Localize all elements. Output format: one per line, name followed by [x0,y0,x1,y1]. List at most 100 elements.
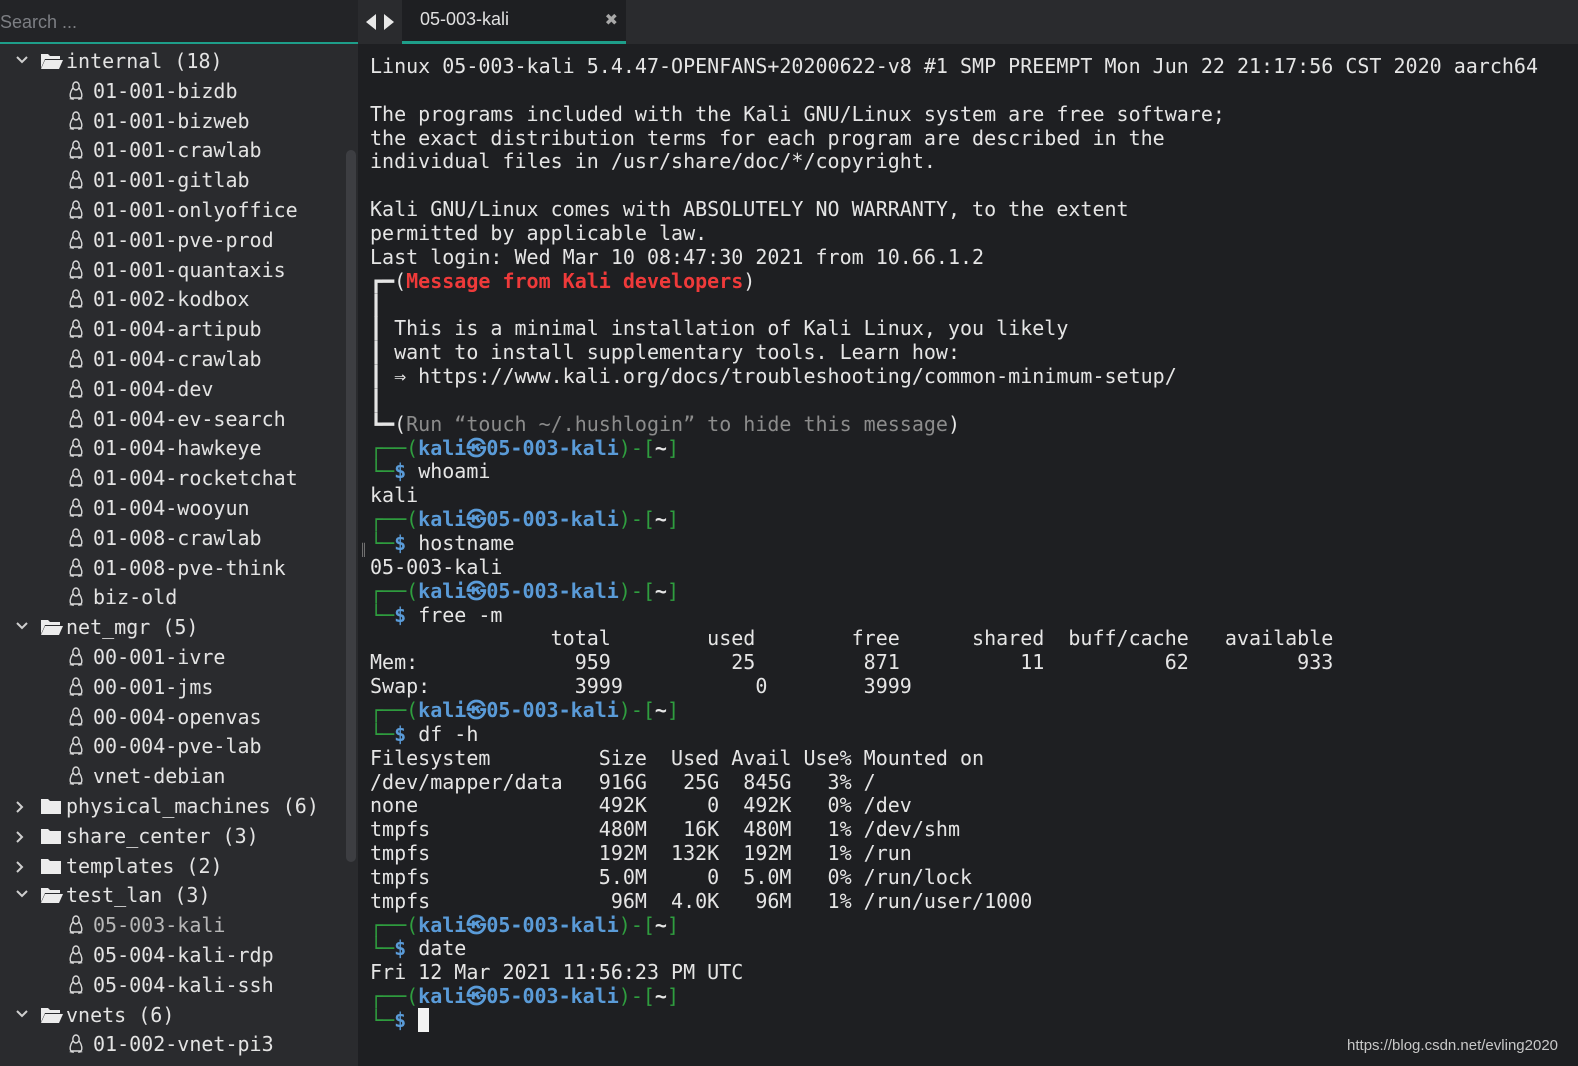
tree-session-item[interactable]: 01-004-artipub [0,314,340,344]
tree-folder[interactable]: share_center (3) [0,821,340,851]
tree-folder[interactable]: templates (2) [0,851,340,881]
tree-session-item[interactable]: 00-001-jms [0,672,340,702]
tree-session-item[interactable]: vnet-debian [0,761,340,791]
tree-session-label: 05-004-kali-rdp [93,943,274,967]
chevron-down-icon[interactable] [12,46,32,76]
linux-tux-icon [68,523,86,553]
tree-session-item[interactable]: 01-001-pve-prod [0,225,340,255]
tree-session-item[interactable]: biz-old [0,582,340,612]
close-icon[interactable]: ✖ [605,10,618,30]
tree-session-label: 01-001-quantaxis [93,257,286,282]
prompt-host: 05-003-kali [486,984,619,1009]
tree-session-item[interactable]: 01-001-quantaxis [0,255,340,285]
terminal-line: Filesystem Size Used Avail Use% Mounted … [370,745,985,770]
prompt-at-icon: ㉿ [466,435,487,460]
prompt-dir: ~ [654,912,667,937]
tree-folder-label: vnets (6) [66,1002,175,1027]
linux-tux-icon [68,135,86,165]
tree-session-item[interactable]: 01-004-crawlab [0,344,340,374]
tree-session-label: 05-003-kali [93,913,226,938]
tree-folder[interactable]: physical_machines (6) [0,791,340,821]
linux-tux-icon [68,910,86,940]
tree-session-item[interactable]: 00-004-openvas [0,702,340,732]
prompt-at-icon: ㉿ [466,507,487,532]
tree-session-item[interactable]: 01-001-bizweb [0,106,340,136]
prompt-frame: └─ [370,459,395,484]
tree-session-item[interactable]: 01-004-hawkeye [0,433,340,463]
tree-session-item[interactable]: 05-004-kali-ssh [0,970,340,1000]
shell-command: whoami [418,459,491,484]
prompt-user: kali [418,697,467,722]
tree-folder[interactable]: net_mgr (5) [0,612,340,642]
linux-tux-icon [68,731,86,761]
tree-session-item[interactable]: 05-003-kali [0,910,340,940]
linux-tux-icon [68,404,86,434]
tree-session-label: 01-004-crawlab [93,347,262,371]
tab-terminal-session[interactable]: 05-003-kali ✖ [402,0,626,44]
tree-session-item[interactable]: 01-002-vnet-pi3 [0,1029,340,1059]
tree-session-item[interactable]: 01-001-gitlab [0,165,340,195]
tree-session-label: 01-004-wooyun [93,496,250,520]
tree-session-item[interactable]: 00-001-ivre [0,642,340,672]
splitter-grip-icon[interactable]: ║ [360,540,368,560]
terminal-line: Mem: 959 25 871 11 62 933 [370,650,1334,675]
shell-command-line: └─$ free -m [370,603,502,627]
folder-open-icon [40,880,64,910]
tree-session-item[interactable]: 01-004-rocketchat [0,463,340,493]
tree-session-item[interactable]: 01-008-pve-think [0,553,340,583]
sidebar-scrollbar[interactable] [346,150,356,862]
terminal-line: tmpfs 5.0M 0 5.0M 0% /run/lock [370,864,973,889]
tree-session-item[interactable]: 01-001-onlyoffice [0,195,340,225]
terminal-line: tmpfs 480M 16K 480M 1% /dev/shm [370,817,961,842]
terminal-line: Fri 12 Mar 2021 11:56:23 PM UTC [370,960,744,985]
box-border: ) [743,268,756,293]
search-input[interactable] [0,8,332,36]
tree-session-item[interactable]: 01-002-kodbox [0,284,340,314]
prompt-dir: ~ [654,578,667,603]
tree-folder-label: internal (18) [66,49,223,73]
tree-session-item[interactable]: 05-004-kali-rdp [0,940,340,970]
tree-folder[interactable]: test_lan (3) [0,880,340,910]
linux-tux-icon [68,433,86,463]
tree-session-item[interactable]: 00-004-pve-lab [0,731,340,761]
tree-session-item[interactable]: 01-004-dev [0,374,340,404]
prompt-frame: └─ [370,602,395,627]
terminal-output[interactable]: Linux 05-003-kali 5.4.47-OPENFANS+202006… [370,54,1570,1064]
prompt-frame: ┌──( [370,578,419,603]
tree-session-item[interactable]: 01-008-crawlab [0,523,340,553]
terminal-line: Linux 05-003-kali 5.4.47-OPENFANS+202006… [370,54,1538,78]
tree-folder[interactable]: internal (18) [0,46,340,76]
tree-folder-label: templates (2) [66,853,223,878]
shell-command-line: └─$ whoami [370,459,490,483]
tree-session-item[interactable]: 01-004-ev-search [0,404,340,434]
chevron-right-icon[interactable] [12,791,32,821]
linux-tux-icon [68,463,86,493]
prompt-dir: ~ [654,984,667,1009]
terminal-line: 05-003-kali [370,554,503,579]
tab-next-icon[interactable] [382,12,396,32]
terminal-line: the exact distribution terms for each pr… [370,125,1165,150]
prompt-dir: ~ [654,507,667,532]
tree-session-item[interactable]: 01-001-bizdb [0,76,340,106]
chevron-down-icon[interactable] [12,880,32,910]
message-title: Message from Kali developers [406,268,744,293]
chevron-right-icon[interactable] [12,851,32,881]
chevron-right-icon[interactable] [12,821,32,851]
prompt-dollar: $ [394,721,419,746]
shell-command: df -h [418,721,479,746]
tab-prev-icon[interactable] [364,12,378,32]
prompt-at-icon: ㉿ [466,578,487,603]
chevron-down-icon[interactable] [12,1000,32,1030]
prompt-dollar: $ [394,1008,419,1032]
tree-folder[interactable]: vnets (6) [0,1000,340,1030]
shell-command: hostname [418,531,515,555]
tree-session-item[interactable]: 01-001-crawlab [0,135,340,165]
tree-session-label: 05-004-kali-ssh [93,972,274,997]
shell-command: free -m [418,602,503,627]
linux-tux-icon [68,195,86,225]
chevron-down-icon[interactable] [12,612,32,642]
tree-session-item[interactable]: 01-004-wooyun [0,493,340,523]
prompt-frame: ] [666,507,680,532]
terminal-line: tmpfs 96M 4.0K 96M 1% /run/user/1000 [370,888,1033,913]
prompt-frame: ] [666,697,680,722]
